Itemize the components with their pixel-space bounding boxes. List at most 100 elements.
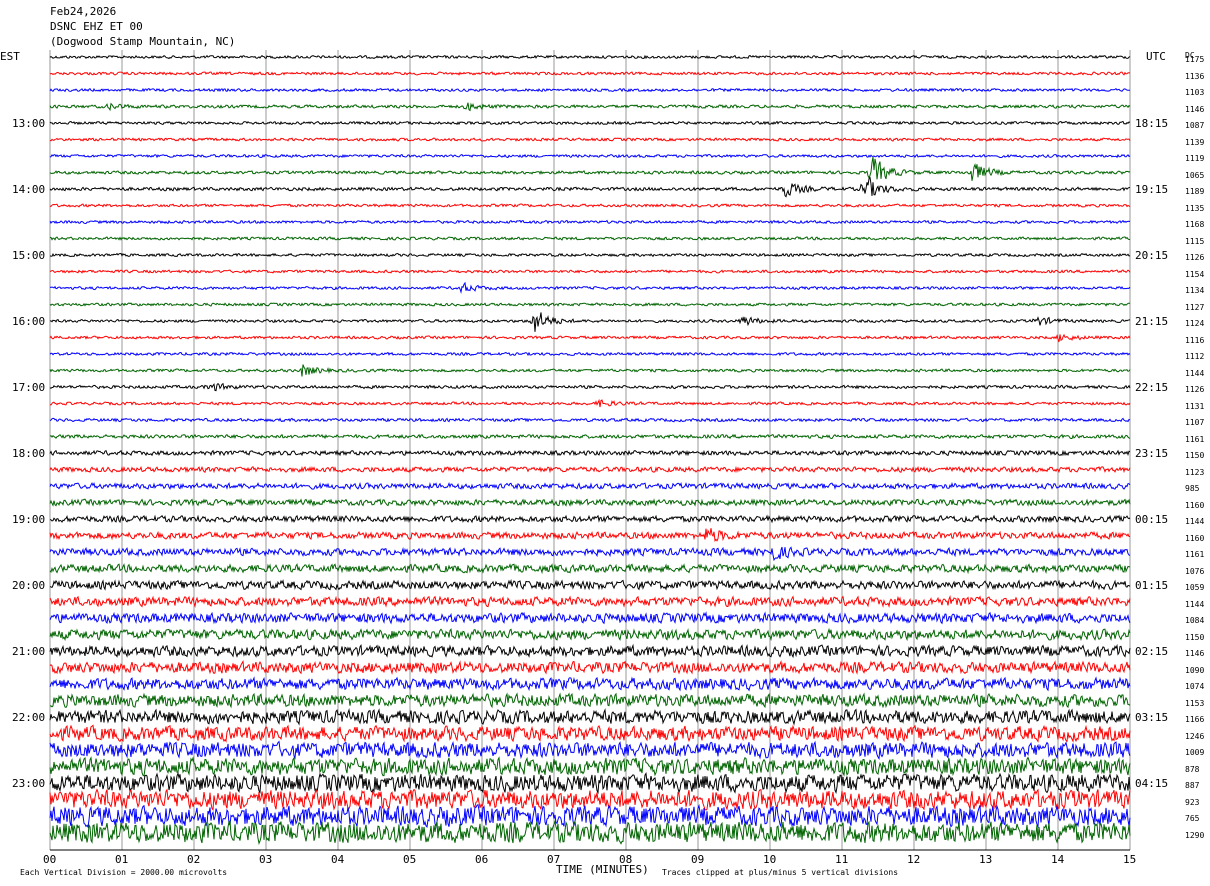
- x-tick-label: 14: [1051, 853, 1065, 866]
- dc-offset-value: 1166: [1185, 715, 1205, 724]
- record-date: Feb24,2026: [50, 5, 117, 18]
- dc-offset-value: 1119: [1185, 154, 1205, 163]
- dc-offset-value: 985: [1185, 484, 1200, 493]
- trace-line: [49, 578, 1131, 591]
- dc-offset-value: 1116: [1185, 335, 1205, 345]
- dc-offset-value: 1146: [1185, 104, 1205, 114]
- trace-line: [49, 528, 1130, 542]
- hour-label-right: 20:15: [1135, 249, 1169, 262]
- trace-line: [49, 611, 1131, 625]
- dc-offset-value: 1161: [1185, 550, 1205, 559]
- dc-offset-value: 1074: [1185, 682, 1205, 691]
- dc-offset-value: 1065: [1185, 170, 1205, 180]
- trace-line: [49, 433, 1131, 440]
- dc-offset-value: 1150: [1185, 451, 1205, 460]
- dc-offset-value: 1103: [1185, 88, 1205, 97]
- dc-offset-value: 878: [1185, 764, 1200, 774]
- dc-offset-value: 1144: [1185, 599, 1205, 609]
- dc-offset-value: 1136: [1185, 71, 1205, 81]
- hour-label-left: 19:00: [12, 513, 46, 526]
- trace-line: [49, 351, 1131, 357]
- trace-line: [49, 252, 1130, 258]
- trace-line: [49, 102, 1131, 112]
- hour-label-left: 20:00: [12, 579, 46, 592]
- seismic-traces: [49, 54, 1131, 845]
- trace-line: [49, 771, 1131, 795]
- trace-line: [49, 498, 1131, 507]
- trace-line: [49, 465, 1131, 474]
- trace-line: [49, 382, 1131, 392]
- dc-offset-value: 1087: [1185, 121, 1205, 130]
- helicorder-plot: [49, 50, 1131, 851]
- timezone-left: EST: [0, 50, 20, 63]
- trace-line: [49, 449, 1131, 457]
- trace-line: [49, 302, 1131, 307]
- trace-line: [49, 87, 1130, 93]
- trace-line: [49, 514, 1131, 524]
- x-tick-label: 09: [691, 853, 705, 866]
- dc-offset-value: 1290: [1185, 830, 1205, 840]
- dc-offset-value: 1139: [1185, 137, 1205, 147]
- trace-line: [49, 563, 1131, 575]
- hour-label-left: 13:00: [12, 117, 46, 130]
- x-tick-label: 05: [403, 853, 417, 866]
- trace-line: [49, 281, 1131, 294]
- trace-line: [49, 71, 1131, 76]
- trace-line: [49, 708, 1131, 726]
- trace-line: [49, 398, 1131, 408]
- trace-line: [49, 724, 1131, 743]
- dc-offset-value: 887: [1185, 781, 1200, 790]
- trace-line: [49, 481, 1131, 491]
- dc-offset-value: 1127: [1185, 302, 1205, 312]
- hour-label-left: 22:00: [12, 711, 46, 724]
- dc-offset-value: 1144: [1185, 517, 1205, 526]
- hour-label-left: 15:00: [12, 249, 46, 262]
- timezone-right: UTC: [1146, 50, 1166, 63]
- dc-offset-value: 1160: [1185, 533, 1205, 543]
- hour-label-right: 02:15: [1135, 645, 1169, 658]
- trace-line: [49, 120, 1131, 126]
- trace-line: [49, 54, 1131, 60]
- dc-offset-value: 1144: [1185, 368, 1205, 378]
- x-tick-label: 02: [187, 853, 201, 866]
- dc-offset-value: 1124: [1185, 319, 1205, 328]
- trace-line: [49, 269, 1131, 274]
- dc-offset-value: 1160: [1185, 500, 1205, 510]
- x-tick-label: 15: [1123, 853, 1137, 866]
- trace-line: [49, 819, 1131, 845]
- trace-line: [49, 364, 1131, 377]
- dc-offset-value: 1146: [1185, 649, 1205, 658]
- dc-offset-value: 1134: [1185, 286, 1205, 295]
- dc-offset-value: 1154: [1185, 269, 1205, 279]
- dc-offset-value: 1126: [1185, 253, 1205, 262]
- trace-line: [49, 312, 1131, 332]
- hour-label-right: 23:15: [1135, 447, 1169, 460]
- x-tick-label: 13: [979, 853, 993, 866]
- hour-label-left: 16:00: [12, 315, 46, 328]
- hour-label-right: 01:15: [1135, 579, 1169, 592]
- trace-line: [49, 546, 1131, 562]
- trace-line: [49, 417, 1131, 423]
- x-axis-label: TIME (MINUTES): [556, 863, 649, 876]
- trace-line: [49, 333, 1131, 343]
- dc-offset-value: 1161: [1185, 434, 1205, 444]
- hour-label-right: 21:15: [1135, 315, 1169, 328]
- dc-offset-value: 1135: [1185, 203, 1205, 213]
- trace-line: [49, 756, 1131, 777]
- dc-offset-value: 1076: [1185, 566, 1205, 576]
- dc-offset-value: 1009: [1185, 748, 1205, 757]
- x-tick-label: 01: [115, 853, 129, 866]
- hour-label-right: 04:15: [1135, 777, 1169, 790]
- trace-line: [49, 156, 1131, 181]
- station-location: (Dogwood Stamp Mountain, NC): [50, 35, 236, 48]
- dc-offset-value: 1123: [1185, 467, 1205, 477]
- x-tick-label: 00: [43, 853, 57, 866]
- dc-offset-value: 1189: [1185, 187, 1205, 196]
- trace-line: [49, 153, 1131, 159]
- dc-offset-value: 1168: [1185, 220, 1205, 229]
- hour-label-right: 19:15: [1135, 183, 1169, 196]
- dc-offset-value: 1131: [1185, 401, 1205, 411]
- dc-offset-value: 1246: [1185, 731, 1205, 741]
- hour-label-left: 18:00: [12, 447, 46, 460]
- trace-line: [49, 203, 1131, 208]
